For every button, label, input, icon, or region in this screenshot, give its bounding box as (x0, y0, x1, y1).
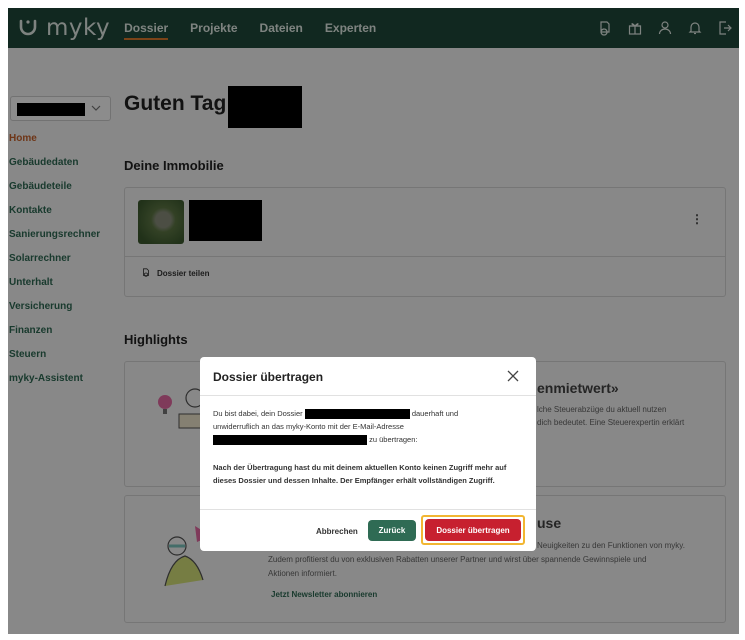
app-frame: myky Dossier Projekte Dateien Experten H… (8, 8, 739, 634)
modal-warning: Nach der Übertragung hast du mit deinem … (213, 463, 507, 485)
back-button[interactable]: Zurück (368, 520, 416, 541)
modal-body: Du bist dabei, dein Dossier dauerhaft un… (213, 407, 523, 446)
modal-footer-divider (200, 509, 536, 510)
modal-header-divider (200, 395, 536, 396)
body-text-part3: unwiderruflich an das myky-Konto mit der… (213, 422, 404, 431)
body-text-part2: dauerhaft und (411, 409, 459, 418)
modal-body-line1: Du bist dabei, dein Dossier dauerhaft un… (213, 407, 523, 420)
transfer-dossier-modal: Dossier übertragen Du bist dabei, dein D… (200, 357, 536, 551)
redacted-email (213, 435, 367, 446)
body-text-part4: zu übertragen: (369, 435, 418, 444)
cancel-button[interactable]: Abbrechen (316, 527, 358, 536)
modal-title: Dossier übertragen (213, 370, 324, 384)
transfer-dossier-button[interactable]: Dossier übertragen (425, 519, 521, 541)
modal-body-line3: zu übertragen: (213, 433, 523, 446)
redacted-dossier-label (304, 409, 410, 420)
body-text-part1: Du bist dabei, dein Dossier (213, 409, 303, 418)
close-icon[interactable] (506, 369, 520, 383)
